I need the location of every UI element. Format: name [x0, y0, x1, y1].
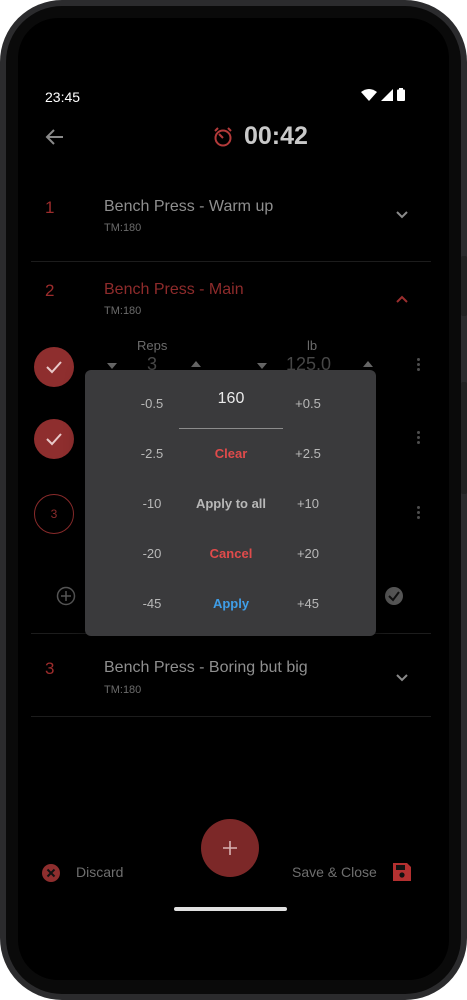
chevron-down-icon[interactable] [395, 673, 409, 683]
weight-adjust-dialog: 160 -0.5 -2.5 -10 -20 -45 +0.5 +2.5 +10 … [85, 370, 376, 636]
decrement-0.5-button[interactable]: -0.5 [122, 396, 182, 411]
phone-frame: 23:45 00:42 1 Bench Press - Warm up TM:1… [0, 0, 467, 1000]
more-options-icon[interactable] [417, 431, 420, 444]
weight-decrement-icon[interactable] [257, 363, 267, 369]
set-pending-button[interactable]: 3 [34, 494, 74, 534]
weight-unit-label: lb [307, 338, 318, 353]
status-icons [361, 88, 405, 101]
reps-label: Reps [137, 338, 168, 353]
apply-to-all-button[interactable]: Apply to all [166, 496, 296, 511]
app-screen: 23:45 00:42 1 Bench Press - Warm up TM:1… [18, 18, 449, 980]
more-options-icon[interactable] [417, 506, 420, 519]
increment-0.5-button[interactable]: +0.5 [278, 396, 338, 411]
chevron-up-icon[interactable] [395, 294, 409, 304]
home-indicator[interactable] [174, 907, 287, 911]
volume-button [461, 382, 467, 494]
timer-icon [214, 127, 232, 147]
chevron-down-icon[interactable] [395, 210, 409, 220]
divider [31, 716, 431, 717]
exercise-title[interactable]: Bench Press - Warm up [104, 198, 273, 216]
save-close-button[interactable]: Save & Close [292, 864, 377, 880]
add-exercise-button[interactable] [201, 819, 259, 877]
weight-increment-icon[interactable] [363, 361, 373, 367]
reps-increment-icon[interactable] [191, 361, 201, 367]
signal-icon [381, 88, 393, 101]
back-arrow-icon[interactable] [44, 126, 66, 148]
exercise-number: 2 [45, 281, 55, 300]
exercise-number: 1 [45, 198, 55, 217]
exercise-training-max: TM:180 [104, 305, 142, 317]
exercise-training-max: TM:180 [104, 684, 142, 696]
weight-input-underline [179, 428, 283, 429]
more-options-icon[interactable] [417, 358, 420, 371]
set-complete-button[interactable] [34, 419, 74, 459]
apply-button[interactable]: Apply [166, 596, 296, 611]
save-icon[interactable] [392, 862, 412, 882]
checkmark-icon [46, 433, 62, 446]
exercise-number: 3 [45, 659, 55, 678]
battery-icon [397, 88, 405, 101]
cancel-button[interactable]: Cancel [166, 546, 296, 561]
complete-all-icon[interactable] [384, 586, 404, 606]
weight-input[interactable]: 160 [179, 390, 283, 408]
exercise-title[interactable]: Bench Press - Main [104, 281, 244, 299]
wifi-icon [361, 88, 377, 101]
exercise-title[interactable]: Bench Press - Boring but big [104, 659, 308, 677]
reps-decrement-icon[interactable] [107, 363, 117, 369]
exercise-training-max: TM:180 [104, 222, 142, 234]
plus-icon [223, 841, 237, 855]
discard-button[interactable]: Discard [76, 864, 123, 880]
power-button [461, 256, 467, 316]
checkmark-icon [46, 361, 62, 374]
discard-icon[interactable] [41, 863, 61, 883]
add-set-icon[interactable] [56, 586, 76, 606]
set-complete-button[interactable] [34, 347, 74, 387]
divider [31, 261, 431, 262]
clear-button[interactable]: Clear [166, 446, 296, 461]
status-time: 23:45 [45, 89, 81, 105]
rest-timer: 00:42 [244, 122, 308, 150]
